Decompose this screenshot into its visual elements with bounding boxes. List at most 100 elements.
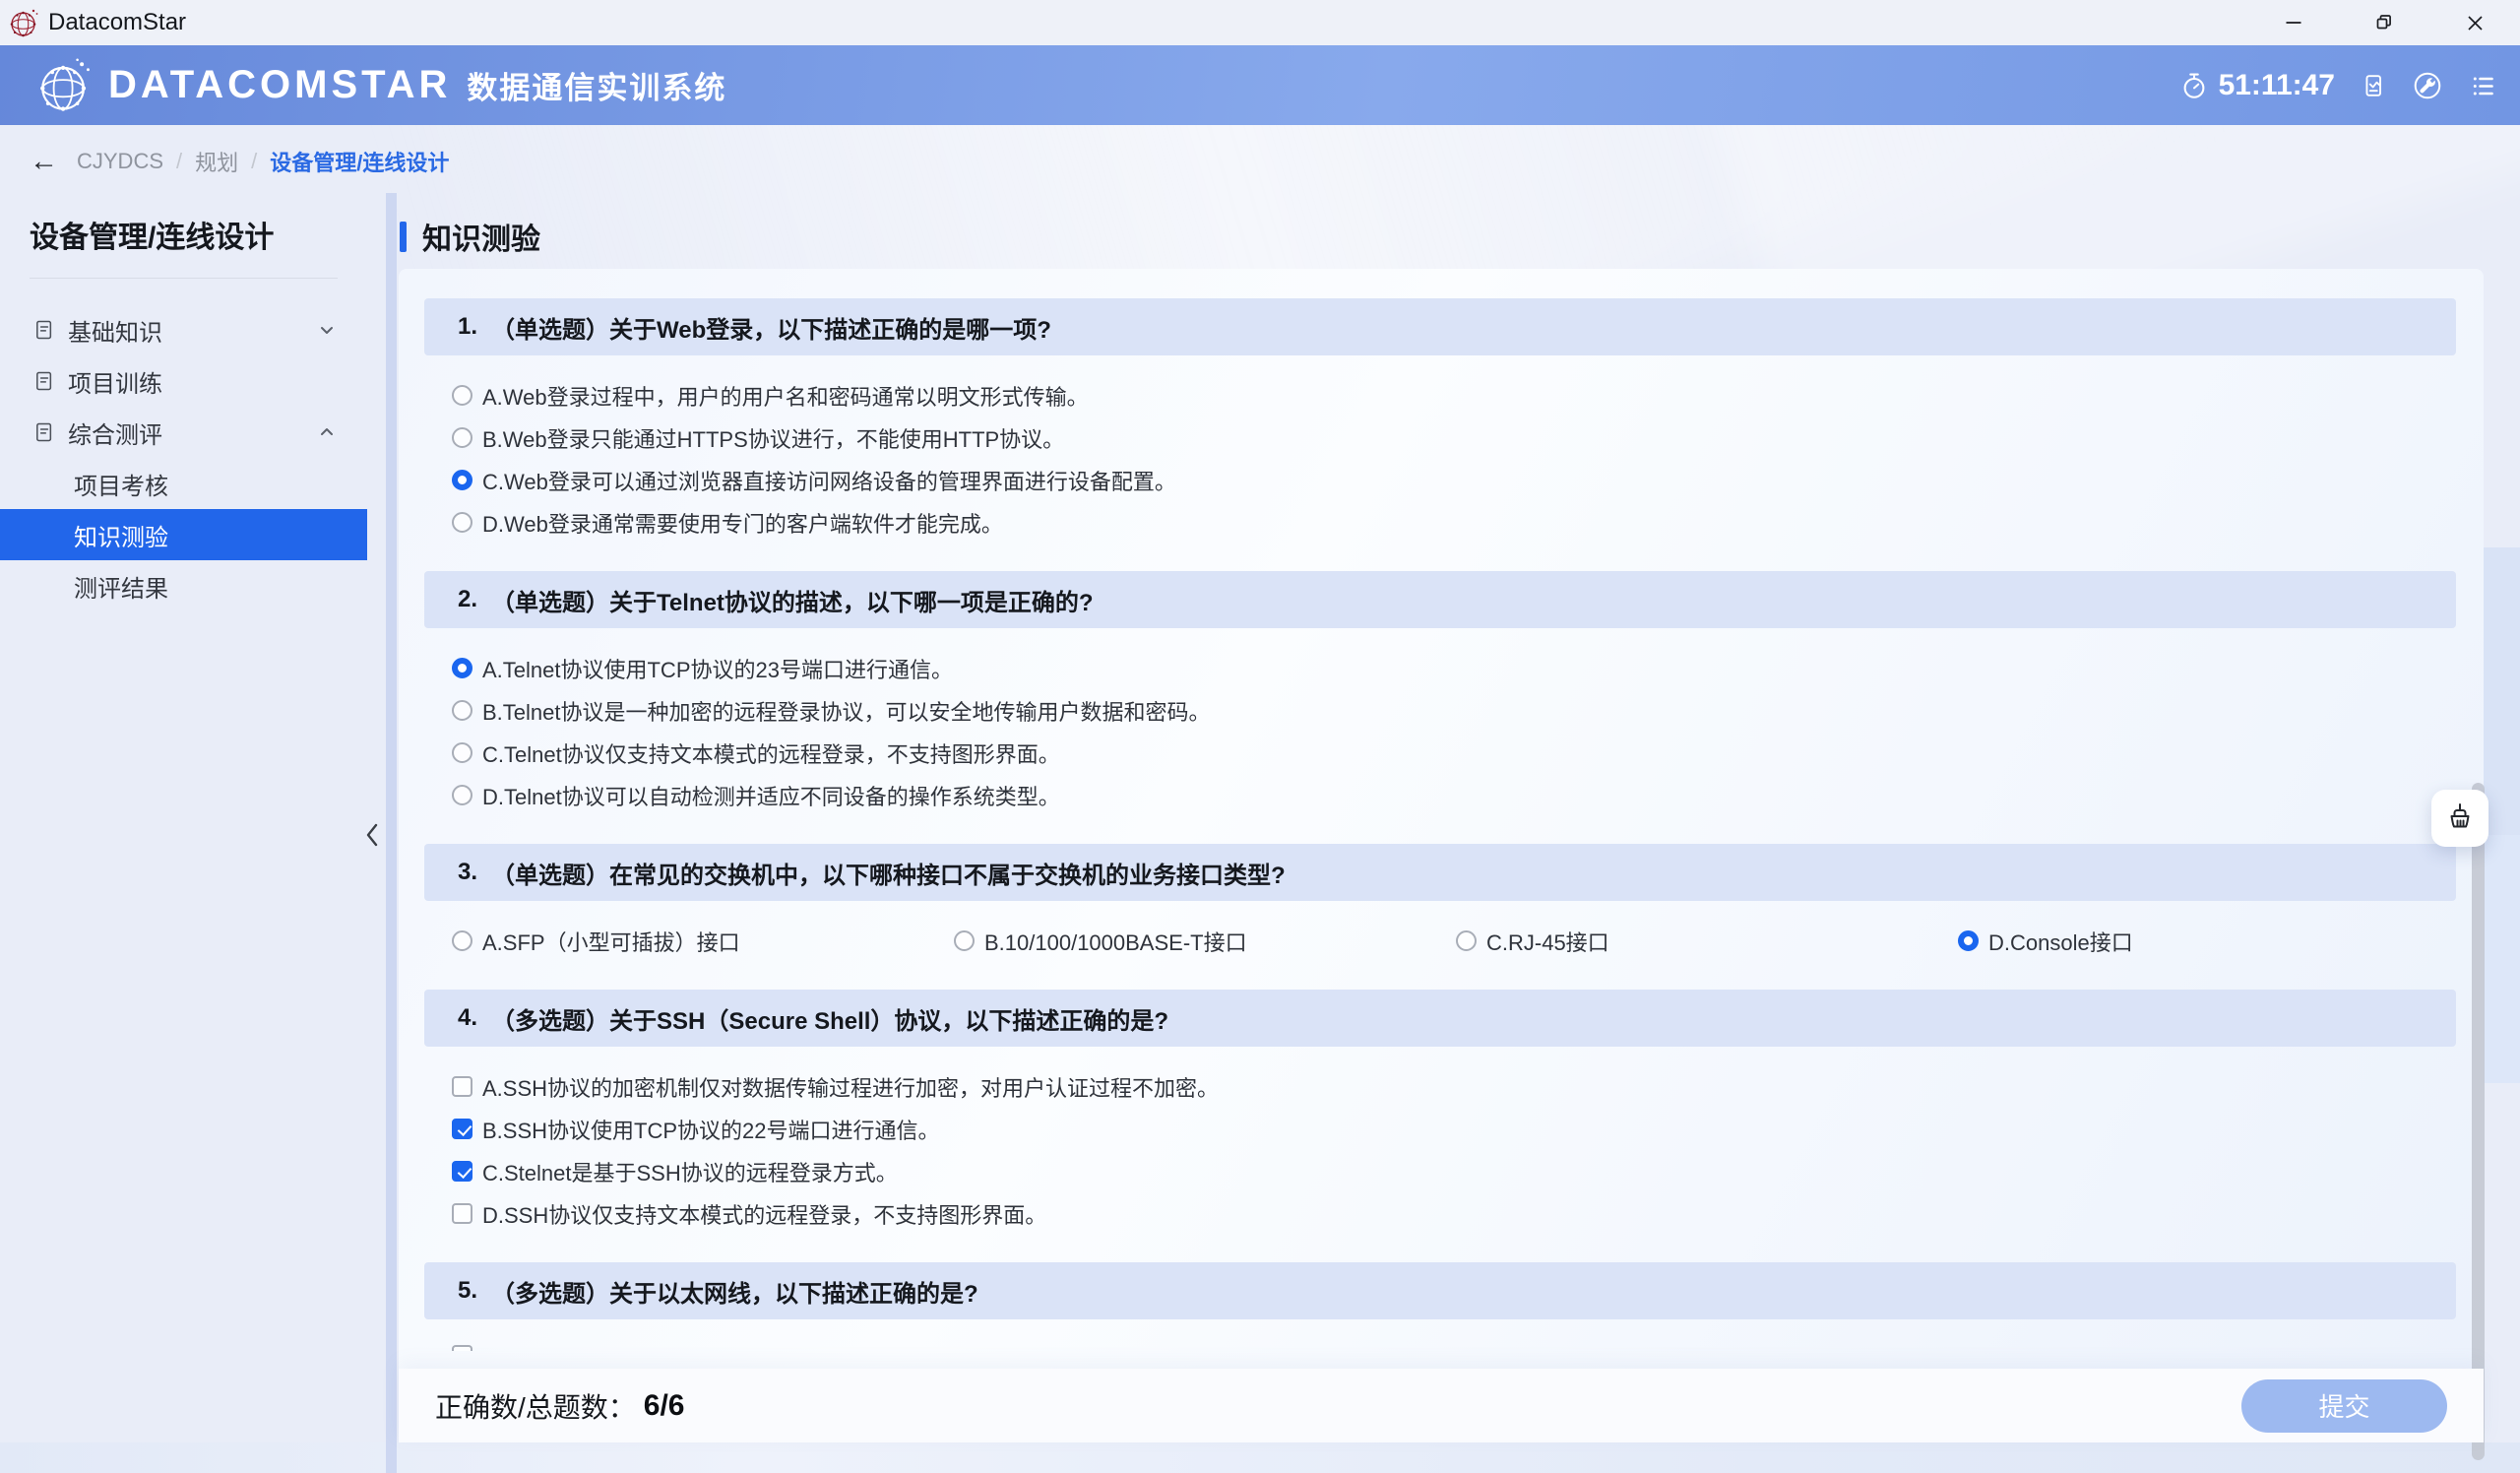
close-button[interactable] bbox=[2429, 0, 2520, 45]
radio-option[interactable]: A.Web登录过程中，用户的用户名和密码通常以明文形式传输。 bbox=[452, 374, 2456, 416]
restore-button[interactable] bbox=[2339, 0, 2429, 45]
section-accent-bar bbox=[400, 222, 407, 252]
sidebar-item-knowledge-quiz[interactable]: 知识测验 bbox=[0, 509, 367, 560]
options-group: A.Web登录过程中，用户的用户名和密码通常以明文形式传输。 B.Web登录只能通… bbox=[424, 374, 2456, 544]
background-bottom-strip bbox=[0, 1442, 2520, 1473]
sidebar-item-label: 项目训练 bbox=[68, 364, 162, 399]
menu-list-icon[interactable] bbox=[2467, 70, 2498, 101]
radio-option[interactable]: A.SFP（小型可插拔）接口 bbox=[452, 920, 954, 962]
radio-checked[interactable] bbox=[452, 658, 472, 678]
question-title: （单选题）关于Telnet协议的描述，以下哪一项是正确的? bbox=[491, 583, 1094, 617]
score-label: 正确数/总题数： bbox=[435, 1386, 636, 1426]
window-controls bbox=[2248, 0, 2520, 45]
radio-unchecked[interactable] bbox=[452, 385, 472, 406]
sidebar-item-comprehensive-evaluation[interactable]: 综合测评 bbox=[0, 407, 367, 458]
radio-unchecked[interactable] bbox=[452, 930, 472, 951]
question-title: （单选题）在常见的交换机中，以下哪种接口不属于交换机的业务接口类型? bbox=[491, 856, 1286, 890]
checkbox-option[interactable]: C.Stelnet是基于SSH协议的远程登录方式。 bbox=[452, 1150, 2456, 1192]
radio-option[interactable]: D.Web登录通常需要使用专门的客户端软件才能完成。 bbox=[452, 501, 2456, 544]
question-2: 2.（单选题）关于Telnet协议的描述，以下哪一项是正确的?A.Telnet协… bbox=[424, 571, 2456, 816]
question-header: 1.（单选题）关于Web登录，以下描述正确的是哪一项? bbox=[424, 298, 2456, 355]
window-title: DatacomStar bbox=[48, 9, 186, 36]
breadcrumb-separator: / bbox=[176, 149, 182, 174]
option-label: D.Web登录通常需要使用专门的客户端软件才能完成。 bbox=[482, 507, 1003, 539]
brand-globe-icon bbox=[35, 57, 93, 114]
sidebar-collapse-chevron[interactable] bbox=[364, 821, 380, 849]
radio-unchecked[interactable] bbox=[452, 700, 472, 721]
sidebar-item-label: 测评结果 bbox=[74, 569, 168, 604]
options-group: A.Telnet协议使用TCP协议的23号端口进行通信。 B.Telnet协议是一… bbox=[424, 647, 2456, 816]
radio-option[interactable]: A.Telnet协议使用TCP协议的23号端口进行通信。 bbox=[452, 647, 2456, 689]
window-titlebar: DatacomStar bbox=[0, 0, 2520, 45]
sidebar-item-project-training[interactable]: 项目训练 bbox=[0, 355, 367, 407]
checkbox-checked[interactable] bbox=[452, 1119, 472, 1139]
checkbox-option[interactable]: A.SSH协议的加密机制仅对数据传输过程进行加密，对用户认证过程不加密。 bbox=[452, 1065, 2456, 1108]
radio-option[interactable]: D.Telnet协议可以自动检测并适应不同设备的操作系统类型。 bbox=[452, 774, 2456, 816]
question-title: （多选题）关于SSH（Secure Shell）协议，以下描述正确的是? bbox=[491, 1001, 1168, 1036]
submit-button[interactable]: 提交 bbox=[2241, 1379, 2447, 1433]
quiz-footer: 正确数/总题数： 6/6 提交 bbox=[399, 1369, 2484, 1442]
radio-unchecked[interactable] bbox=[452, 785, 472, 805]
sidebar-divider bbox=[30, 278, 338, 279]
option-label: A.SSH协议的加密机制仅对数据传输过程进行加密，对用户认证过程不加密。 bbox=[482, 1071, 1219, 1103]
question-header: 4.（多选题）关于SSH（Secure Shell）协议，以下描述正确的是? bbox=[424, 990, 2456, 1047]
option-label: A.Telnet协议使用TCP协议的23号端口进行通信。 bbox=[482, 653, 953, 684]
option-label: A.SFP（小型可插拔）接口 bbox=[482, 926, 740, 957]
radio-unchecked[interactable] bbox=[452, 512, 472, 533]
options-group: A.SSH协议的加密机制仅对数据传输过程进行加密，对用户认证过程不加密。 B.SS… bbox=[424, 1065, 2456, 1235]
radio-option[interactable]: B.Web登录只能通过HTTPS协议进行，不能使用HTTP协议。 bbox=[452, 416, 2456, 459]
option-label: C.Web登录可以通过浏览器直接访问网络设备的管理界面进行设备配置。 bbox=[482, 465, 1176, 496]
radio-option[interactable]: C.RJ-45接口 bbox=[1456, 920, 1958, 962]
checkbox-option[interactable]: D.SSH协议仅支持文本模式的远程登录，不支持图形界面。 bbox=[452, 1192, 2456, 1235]
chevron-down-icon bbox=[318, 321, 336, 339]
section-header: 知识测验 bbox=[400, 215, 540, 258]
sidebar-item-evaluation-results[interactable]: 测评结果 bbox=[0, 560, 367, 611]
radio-option[interactable]: B.10/100/1000BASE-T接口 bbox=[954, 920, 1456, 962]
checkbox-checked[interactable] bbox=[452, 1161, 472, 1182]
minimize-button[interactable] bbox=[2248, 0, 2339, 45]
question-5: 5. （多选题）关于以太网线，以下描述正确的是? bbox=[424, 1262, 2456, 1351]
breadcrumb: ← CJYDCS / 规划 / 设备管理/连线设计 bbox=[30, 146, 449, 177]
clean-tool-button[interactable] bbox=[2431, 790, 2488, 847]
sidebar-title: 设备管理/连线设计 bbox=[0, 213, 367, 256]
radio-option[interactable]: D.Console接口 bbox=[1958, 920, 2460, 962]
radio-option[interactable]: B.Telnet协议是一种加密的远程登录协议，可以安全地传输用户数据和密码。 bbox=[452, 689, 2456, 732]
question-title: （多选题）关于以太网线，以下描述正确的是? bbox=[491, 1274, 978, 1309]
radio-option[interactable]: C.Web登录可以通过浏览器直接访问网络设备的管理界面进行设备配置。 bbox=[452, 459, 2456, 501]
chevron-up-icon bbox=[318, 423, 336, 441]
vertical-scrollbar[interactable] bbox=[2472, 783, 2485, 1460]
option-label: D.Telnet协议可以自动检测并适应不同设备的操作系统类型。 bbox=[482, 780, 1060, 811]
radio-unchecked[interactable] bbox=[954, 930, 975, 951]
option-label: A.Web登录过程中，用户的用户名和密码通常以明文形式传输。 bbox=[482, 380, 1089, 412]
question-3: 3.（单选题）在常见的交换机中，以下哪种接口不属于交换机的业务接口类型?A.SF… bbox=[424, 844, 2456, 962]
question-list: 1.（单选题）关于Web登录，以下描述正确的是哪一项? A.Web登录过程中，用户… bbox=[424, 298, 2456, 1351]
radio-unchecked[interactable] bbox=[452, 427, 472, 448]
radio-option[interactable]: C.Telnet协议仅支持文本模式的远程登录，不支持图形界面。 bbox=[452, 732, 2456, 774]
question-1: 1.（单选题）关于Web登录，以下描述正确的是哪一项? A.Web登录过程中，用户… bbox=[424, 298, 2456, 544]
sidebar-item-basic-knowledge[interactable]: 基础知识 bbox=[0, 304, 367, 355]
breadcrumb-item[interactable]: 规划 bbox=[195, 146, 238, 177]
radio-unchecked[interactable] bbox=[1456, 930, 1477, 951]
question-number: 5. bbox=[458, 1277, 477, 1305]
app-globe-icon bbox=[8, 7, 39, 38]
report-icon[interactable] bbox=[2359, 71, 2388, 100]
breadcrumb-item[interactable]: CJYDCS bbox=[77, 149, 163, 174]
radio-checked[interactable] bbox=[1958, 930, 1979, 951]
app-header: DATACOMSTAR 数据通信实训系统 51:11:47 bbox=[0, 45, 2520, 125]
stopwatch-icon bbox=[2179, 71, 2209, 100]
brand-name: DATACOMSTAR bbox=[108, 63, 451, 107]
checkbox-option[interactable]: B.SSH协议使用TCP协议的22号端口进行通信。 bbox=[452, 1108, 2456, 1150]
clipped-option-checkbox bbox=[452, 1345, 472, 1351]
radio-unchecked[interactable] bbox=[452, 742, 472, 763]
sidebar-nav: 基础知识项目训练综合测评项目考核知识测验测评结果 bbox=[0, 304, 367, 611]
sidebar-item-project-assessment[interactable]: 项目考核 bbox=[0, 458, 367, 509]
checkbox-unchecked[interactable] bbox=[452, 1203, 472, 1224]
timer-value: 51:11:47 bbox=[2219, 69, 2335, 102]
checkbox-unchecked[interactable] bbox=[452, 1076, 472, 1097]
radio-checked[interactable] bbox=[452, 470, 472, 490]
options-group: A.SFP（小型可插拔）接口 B.10/100/1000BASE-T接口C.RJ-… bbox=[424, 920, 2456, 962]
back-arrow-icon[interactable]: ← bbox=[30, 148, 58, 176]
option-label: C.Stelnet是基于SSH协议的远程登录方式。 bbox=[482, 1156, 898, 1187]
tools-wrench-icon[interactable] bbox=[2412, 70, 2443, 101]
session-timer: 51:11:47 bbox=[2179, 69, 2335, 102]
